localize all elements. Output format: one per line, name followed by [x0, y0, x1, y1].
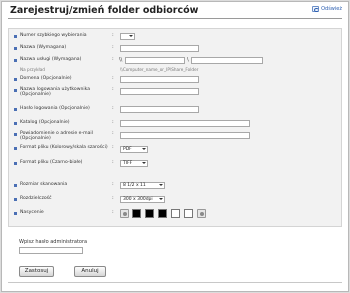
- bullet-icon: [14, 59, 17, 62]
- density-label: Nasycenie: [20, 210, 44, 215]
- notify-email-label: Powiadomienie o adresie e-mail (Opcjonal…: [20, 131, 93, 142]
- bullet-icon: [14, 133, 17, 136]
- scan-size-select[interactable]: 8 1/2 x 11: [120, 182, 165, 189]
- file-format-bw-select[interactable]: TIFF: [120, 160, 148, 167]
- bullet-icon: [14, 78, 17, 81]
- service-prefix: \\: [119, 57, 123, 63]
- notify-email-input[interactable]: [120, 132, 250, 139]
- density-swatch[interactable]: [132, 209, 141, 218]
- scan-size-label: Rozmiar skanowania: [20, 182, 68, 187]
- title-divider: [8, 18, 342, 19]
- chevron-down-icon: [142, 148, 146, 150]
- quick-number-select[interactable]: [120, 33, 135, 40]
- bullet-icon: [14, 122, 17, 125]
- density-swatch[interactable]: [158, 209, 167, 218]
- bullet-icon: [14, 47, 17, 50]
- service-host-input[interactable]: [125, 57, 185, 64]
- resolution-select[interactable]: 300 x 300dpi: [120, 196, 165, 203]
- service-share-input[interactable]: [191, 57, 263, 64]
- density-decrease-icon[interactable]: [120, 209, 129, 218]
- catalog-label: Katalog (Opcjonalnie): [20, 120, 70, 125]
- login-user-label: Nazwa logowania użytkownika (Opcjonalnie…: [20, 87, 91, 98]
- name-input[interactable]: [120, 45, 199, 52]
- example-label: Na przykład: [20, 67, 45, 72]
- quick-number-label: Numer szybkiego wybierania: [20, 33, 87, 38]
- page-title: Zarejestruj/zmień folder odbiorców: [10, 5, 199, 16]
- refresh-icon[interactable]: [312, 6, 320, 12]
- file-format-color-label: Format pliku (Kolorowy/skala szarości): [20, 145, 108, 150]
- login-user-input[interactable]: [120, 88, 199, 95]
- chevron-down-icon: [142, 162, 146, 164]
- admin-password-input[interactable]: [19, 247, 83, 254]
- domain-label: Domena (Opcjonalnie): [20, 76, 72, 81]
- refresh-label[interactable]: Odśwież: [321, 6, 342, 12]
- bullet-icon: [14, 147, 17, 150]
- refresh-link[interactable]: Odśwież: [312, 6, 342, 12]
- dialog-frame: Zarejestruj/zmień folder odbiorców Odświ…: [1, 1, 349, 292]
- example-value: \\Computer_name_or_IP\Share_Folder: [120, 67, 199, 72]
- admin-password-label: Wpisz hasło administratora: [19, 239, 88, 245]
- bullet-icon: [14, 108, 17, 111]
- bullet-icon: [14, 198, 17, 201]
- file-format-color-select[interactable]: PDF: [120, 146, 148, 153]
- service-name-label: Nazwa usługi (Wymagana): [20, 57, 82, 62]
- density-swatch[interactable]: [184, 209, 193, 218]
- apply-button[interactable]: Zastosuj: [19, 266, 54, 277]
- bullet-icon: [14, 212, 17, 215]
- login-pass-input[interactable]: [120, 106, 199, 113]
- login-pass-label: Hasło logowania (Opcjonalnie): [20, 106, 90, 111]
- density-swatch[interactable]: [145, 209, 154, 218]
- resolution-label: Rozdzielczość: [20, 196, 52, 201]
- chevron-down-icon: [129, 35, 133, 37]
- density-swatch[interactable]: [171, 209, 180, 218]
- density-increase-icon[interactable]: [197, 209, 206, 218]
- domain-input[interactable]: [120, 76, 199, 83]
- chevron-down-icon: [159, 184, 163, 186]
- bullet-icon: [14, 89, 17, 92]
- form-panel: Numer szybkiego wybierania : Nazwa (Wyma…: [8, 28, 342, 227]
- footer-divider: [8, 282, 342, 283]
- bullet-icon: [14, 184, 17, 187]
- bullet-icon: [14, 35, 17, 38]
- cancel-button[interactable]: Anuluj: [74, 266, 106, 277]
- name-label: Nazwa (Wymagana): [20, 45, 67, 50]
- file-format-bw-label: Format pliku (Czarno-białe): [20, 160, 83, 165]
- catalog-input[interactable]: [120, 120, 250, 127]
- service-separator: \: [187, 57, 189, 63]
- chevron-down-icon: [159, 198, 163, 200]
- bullet-icon: [14, 162, 17, 165]
